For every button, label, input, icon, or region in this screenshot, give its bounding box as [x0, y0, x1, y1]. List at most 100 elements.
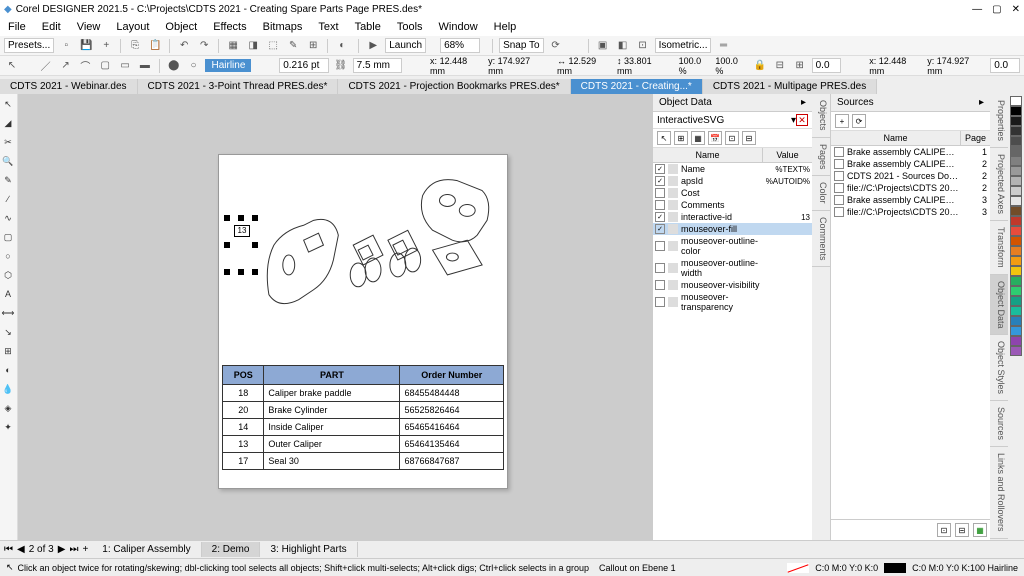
color-swatch[interactable]: [1010, 156, 1022, 166]
tool-icon[interactable]: ⊞: [305, 38, 321, 54]
outline-icon[interactable]: ○: [186, 58, 202, 74]
od-tool-icon[interactable]: ⊞: [674, 131, 688, 145]
rect-icon[interactable]: ▭: [117, 58, 133, 74]
tool-icon[interactable]: ═: [715, 38, 731, 54]
tool-icon[interactable]: ◧: [615, 38, 631, 54]
doc-tab[interactable]: CDTS 2021 - Projection Bookmarks PRES.de…: [338, 79, 570, 94]
new-icon[interactable]: ▫: [58, 38, 74, 54]
projection-dropdown[interactable]: Isometric...: [655, 38, 712, 53]
source-row[interactable]: file://C:\Projects\CDTS 2021 - Crea...2: [831, 182, 990, 194]
src-action-icon[interactable]: ⊟: [955, 523, 969, 537]
rot2-input[interactable]: 0.0: [990, 58, 1020, 73]
src-tool-icon[interactable]: ⟳: [852, 114, 866, 128]
doc-tab[interactable]: CDTS 2021 - Webinar.des: [0, 79, 138, 94]
od-row[interactable]: mouseover-transparency: [653, 291, 812, 313]
color-swatch[interactable]: [1010, 206, 1022, 216]
vtab-object-styles[interactable]: Object Styles: [990, 335, 1008, 401]
table-row[interactable]: 14Inside Caliper65465416464: [223, 419, 504, 436]
od-row[interactable]: ✓mouseover-fill: [653, 223, 812, 235]
tool-icon[interactable]: ✎: [285, 38, 301, 54]
zoom-input[interactable]: 68%: [440, 38, 480, 53]
color-swatch[interactable]: [1010, 126, 1022, 136]
source-row[interactable]: Brake assembly CALIPER LIST.xls2: [831, 158, 990, 170]
checkbox-icon[interactable]: [655, 297, 665, 307]
dimension-icon[interactable]: ⟷: [0, 305, 16, 321]
color-swatch[interactable]: [1010, 306, 1022, 316]
dim-input[interactable]: 0.216 pt: [279, 58, 329, 73]
color-swatch[interactable]: [1010, 146, 1022, 156]
od-row[interactable]: Comments: [653, 199, 812, 211]
snap-dropdown[interactable]: Snap To: [499, 38, 544, 53]
od-row[interactable]: Cost: [653, 187, 812, 199]
last-page-icon[interactable]: ⏭: [69, 544, 78, 555]
callout-icon[interactable]: ↘: [0, 324, 16, 340]
table-row[interactable]: 17Seal 3068766847687: [223, 453, 504, 470]
table-row[interactable]: 20Brake Cylinder56525826464: [223, 402, 504, 419]
ellipse-tool-icon[interactable]: ○: [0, 248, 16, 264]
src-tool-icon[interactable]: +: [835, 114, 849, 128]
color-swatch[interactable]: [1010, 236, 1022, 246]
redo-icon[interactable]: ↷: [196, 38, 212, 54]
tool-icon[interactable]: ▦: [225, 38, 241, 54]
vtab-links-and-rollovers[interactable]: Links and Rollovers: [990, 447, 1008, 539]
menu-table[interactable]: Table: [347, 21, 389, 33]
line-icon[interactable]: ／: [38, 58, 54, 74]
arrow-icon[interactable]: ↗: [58, 58, 74, 74]
square-icon[interactable]: ▢: [97, 58, 113, 74]
section-name[interactable]: InteractiveSVG: [657, 115, 791, 126]
od-row[interactable]: mouseover-visibility: [653, 279, 812, 291]
color-swatch[interactable]: [1010, 186, 1022, 196]
outline-dropdown[interactable]: Hairline: [205, 59, 251, 72]
table-row[interactable]: 13Outer Caliper65464135464: [223, 436, 504, 453]
checkbox-icon[interactable]: [655, 280, 665, 290]
rect-tool-icon[interactable]: ▢: [0, 229, 16, 245]
menu-help[interactable]: Help: [486, 21, 525, 33]
vtab-color[interactable]: Color: [812, 176, 830, 211]
color-swatch[interactable]: [1010, 96, 1022, 106]
page-tab[interactable]: 2: Demo: [202, 542, 261, 557]
vtab-properties[interactable]: Properties: [990, 94, 1008, 148]
copy-icon[interactable]: ⎘: [127, 38, 143, 54]
doc-tab[interactable]: CDTS 2021 - Creating...*: [571, 79, 703, 94]
checkbox-icon[interactable]: [655, 188, 665, 198]
table-tool-icon[interactable]: ⊞: [0, 343, 16, 359]
od-tool-icon[interactable]: ▦: [691, 131, 705, 145]
color-swatch[interactable]: [1010, 346, 1022, 356]
menu-edit[interactable]: Edit: [34, 21, 69, 33]
doc-tab[interactable]: CDTS 2021 - 3-Point Thread PRES.des*: [138, 79, 339, 94]
od-row[interactable]: ✓Name%TEXT%: [653, 163, 812, 175]
align-icon[interactable]: ⊞: [792, 58, 808, 74]
color-swatch[interactable]: [1010, 106, 1022, 116]
color-swatch[interactable]: [1010, 246, 1022, 256]
canvas[interactable]: 13 POSPARTOrder Number 18Caliper brake p…: [18, 94, 652, 540]
od-row[interactable]: mouseover-outline-color: [653, 235, 812, 257]
vtab-object-data[interactable]: Object Data: [990, 275, 1008, 336]
od-row[interactable]: ✓interactive-id13: [653, 211, 812, 223]
checkbox-icon[interactable]: ✓: [655, 176, 665, 186]
first-page-icon[interactable]: ⏮: [4, 544, 13, 555]
checkbox-icon[interactable]: [655, 263, 665, 273]
menu-object[interactable]: Object: [157, 21, 205, 33]
next-page-icon[interactable]: ▶: [58, 544, 66, 555]
outline-swatch[interactable]: [884, 563, 906, 573]
od-tool-icon[interactable]: ⊟: [742, 131, 756, 145]
color-swatch[interactable]: [1010, 176, 1022, 186]
crop-tool-icon[interactable]: ✂: [0, 134, 16, 150]
text-tool-icon[interactable]: A: [0, 286, 16, 302]
page-tab[interactable]: 3: Highlight Parts: [260, 542, 357, 557]
od-tool-icon[interactable]: ⊡: [725, 131, 739, 145]
color-swatch[interactable]: [1010, 296, 1022, 306]
vtab-pages[interactable]: Pages: [812, 138, 830, 177]
save-icon[interactable]: 💾: [78, 38, 94, 54]
color-swatch[interactable]: [1010, 166, 1022, 176]
source-row[interactable]: Brake assembly CALIPER LIST.xls3: [831, 194, 990, 206]
od-row[interactable]: ✓apsId%AUTOID%: [653, 175, 812, 187]
menu-layout[interactable]: Layout: [108, 21, 157, 33]
close-section-icon[interactable]: ✕: [796, 114, 808, 126]
fill-tool-icon[interactable]: ◐: [0, 362, 16, 378]
refresh-icon[interactable]: ⟳: [548, 38, 564, 54]
effects-icon[interactable]: ✦: [0, 419, 16, 435]
line-tool-icon[interactable]: ∕: [0, 191, 16, 207]
page-tab[interactable]: 1: Caliper Assembly: [92, 542, 201, 557]
arc-icon[interactable]: ⌒: [77, 58, 93, 74]
